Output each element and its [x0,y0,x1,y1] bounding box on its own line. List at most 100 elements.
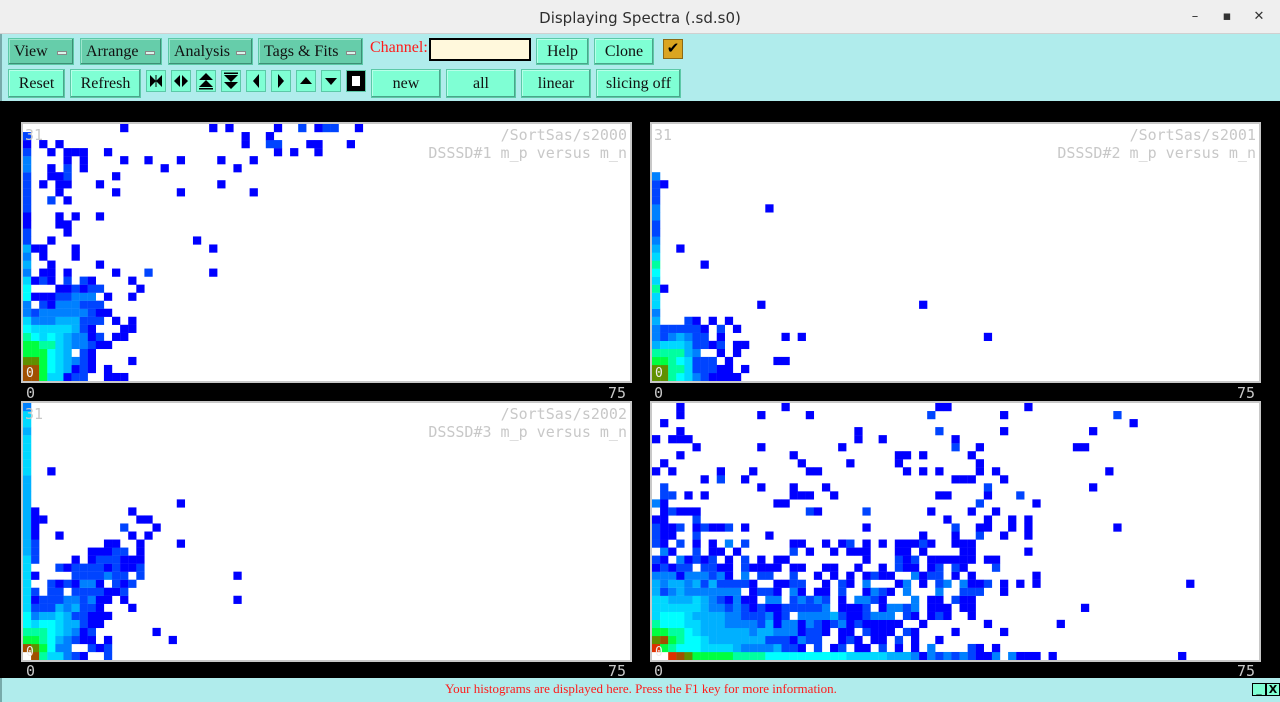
heatmap-cell [724,635,734,645]
minimize-icon[interactable]: – [1186,8,1204,26]
heatmap-cell [951,571,960,580]
heatmap-cell [878,595,887,604]
all-button[interactable]: all [446,69,516,98]
heatmap-cell [692,372,701,381]
heatmap-cell [79,300,88,309]
up-button[interactable] [296,70,316,92]
heatmap-cell [805,507,815,516]
heatmap-cell [821,611,831,621]
heatmap-cell [103,308,113,317]
heatmap-cell [1113,411,1122,420]
right-button[interactable] [271,70,291,92]
heatmap-cell [23,292,32,301]
heatmap-cell [773,499,782,508]
spectrum-panel-1[interactable]: /SortSas/s2000 DSSSD#1 m_p versus m_n 31… [21,122,632,383]
heatmap-cell [910,555,920,564]
heatmap-cell [47,467,56,476]
menu-analysis[interactable]: Analysis [168,38,253,65]
heatmap-cell [660,539,669,548]
maximize-icon[interactable]: ▪ [1218,8,1236,26]
heatmap-cell [176,539,186,548]
heatmap-cell [838,651,847,660]
heatmap-cell [1089,427,1098,436]
checkbox[interactable]: ✔ [663,39,683,59]
spectrum-panel-2[interactable]: /SortSas/s2001 DSSSD#2 m_p versus m_n 31… [650,122,1261,383]
double-down-button[interactable] [221,70,241,92]
heatmap-cell [660,523,669,532]
heatmap-cell [741,523,750,532]
heatmap-cell [878,587,887,596]
heatmap-cell [660,324,669,333]
menu-arrange[interactable]: Arrange [80,38,162,65]
channel-input[interactable] [429,38,531,61]
heatmap-cell [112,539,121,548]
heatmap-cell [983,579,993,588]
heatmap-cell [39,268,48,277]
heatmap-cell [910,603,920,612]
heatmap-cell [112,172,121,181]
heatmap-cell [79,316,88,325]
heatmap-cell [660,284,669,293]
heatmap-cell [95,643,105,653]
heatmap-cell [47,164,56,173]
heatmap-cell [103,539,113,548]
heatmap-cell [87,627,97,637]
heatmap-cell [830,643,839,653]
refresh-button[interactable]: Refresh [70,69,141,98]
close-icon[interactable]: ✕ [1250,8,1268,26]
menu-tags-fits[interactable]: Tags & Fits [258,38,363,65]
heatmap-cell [1048,651,1057,660]
heatmap-cell [700,627,709,637]
y-min-label: 0 [26,366,34,381]
status-close-button[interactable]: X [1266,683,1280,696]
heatmap-cell [87,635,97,645]
shrink-horizontal-button[interactable] [146,70,166,92]
double-up-button[interactable] [196,70,216,92]
heatmap-cell [660,635,669,645]
stop-button[interactable] [346,70,366,92]
help-button[interactable]: Help [536,38,589,65]
left-button[interactable] [246,70,266,92]
heatmap-cell [63,579,72,588]
heatmap-cell [684,611,693,621]
heatmap-cell [797,332,806,342]
heatmap-cell [55,300,64,309]
linear-button[interactable]: linear [521,69,591,98]
heatmap-cell [789,571,798,580]
heatmap-cell [55,212,64,221]
down-button[interactable] [321,70,341,92]
heatmap-cell [910,595,920,604]
heatmap-cell [684,579,693,588]
new-button[interactable]: new [371,69,441,98]
heatmap-cell [676,555,685,564]
heatmap-cell [660,515,669,524]
reset-button[interactable]: Reset [8,69,65,98]
status-minimize-button[interactable]: _ [1252,683,1266,696]
slicing-button[interactable]: slicing off [596,69,681,98]
heatmap-cell [773,563,782,572]
menu-view[interactable]: View [8,38,74,65]
heatmap-cell [103,340,113,350]
spectrum-panel-4[interactable]: 0 [650,401,1261,662]
heatmap-cell [95,300,105,309]
heatmap-cell [935,635,944,645]
heatmap-cell [797,619,806,629]
heatmap-cell [781,356,790,366]
spectrum-panel-3[interactable]: /SortSas/s2002 DSSSD#3 m_p versus m_n 31… [21,401,632,662]
heatmap-cell [927,539,936,548]
heatmap-cell [741,571,750,580]
heatmap-cell [813,587,823,596]
heatmap-cell [951,435,960,444]
clone-button[interactable]: Clone [594,38,654,65]
heatmap-cell [935,491,944,500]
heatmap-cell [120,555,129,564]
heatmap-cell [708,571,717,580]
heatmap-cell [1000,475,1009,484]
heatmap-cell [79,619,88,629]
heatmap-cell [919,571,928,580]
heatmap-cell [781,635,790,645]
expand-horizontal-button[interactable] [171,70,191,92]
heatmap-cell [71,619,80,629]
heatmap-cell [668,547,677,556]
heatmap-cell [870,595,879,604]
